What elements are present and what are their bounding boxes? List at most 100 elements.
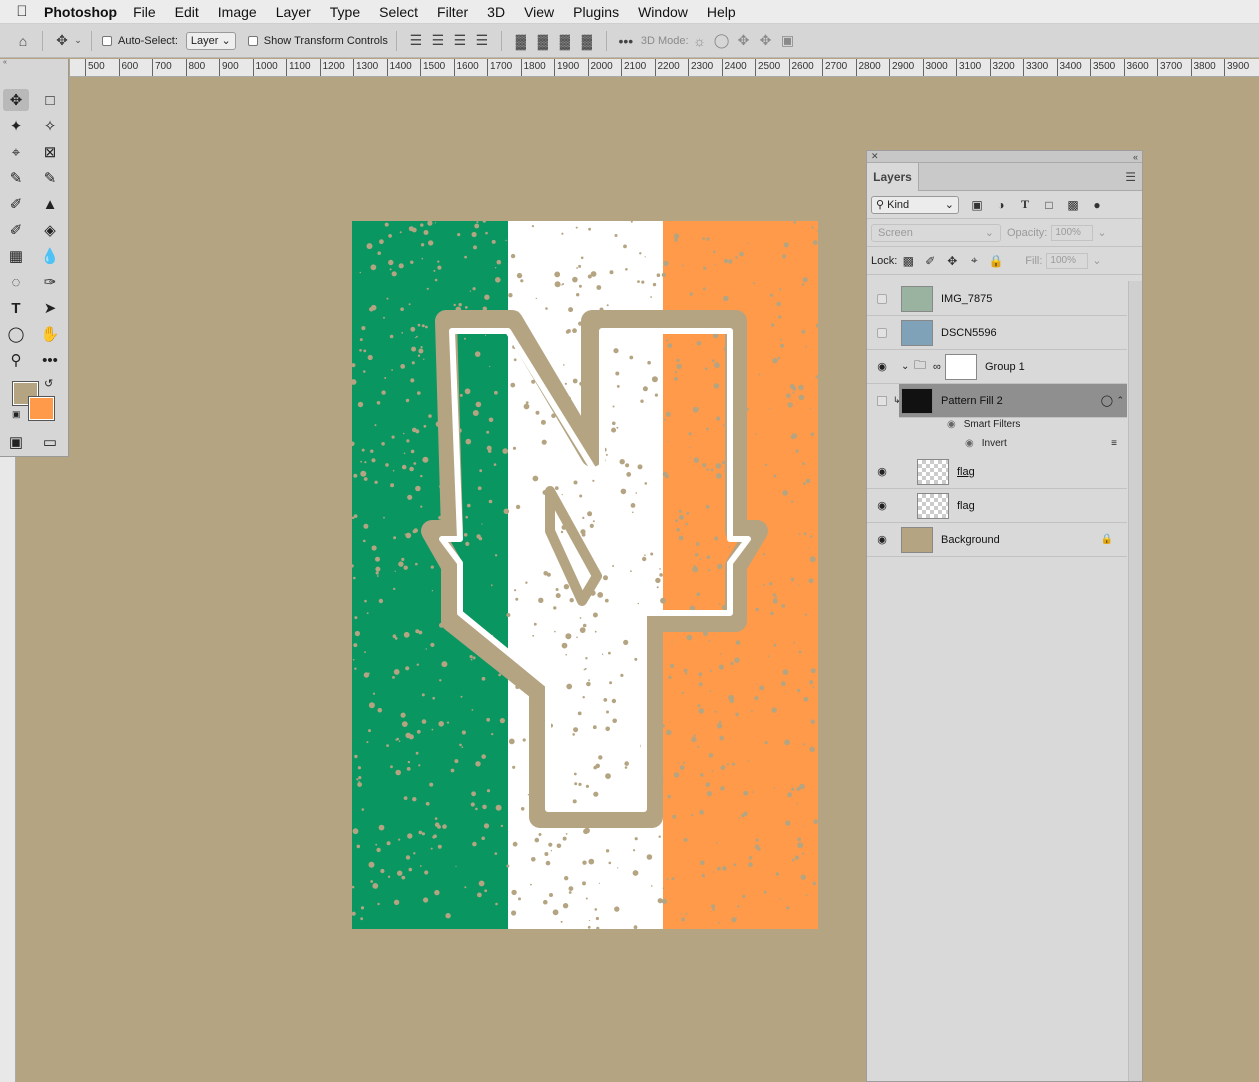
pen-tool-icon[interactable]: ✑ <box>37 271 63 293</box>
more-options-icon[interactable]: ••• <box>615 30 637 52</box>
type-filter-icon[interactable]: T <box>1013 197 1037 212</box>
menu-layer[interactable]: Layer <box>276 4 311 20</box>
lock-position-icon[interactable]: ✥ <box>941 254 963 268</box>
eye-icon[interactable]: ◉ <box>965 438 974 449</box>
background-color-swatch[interactable] <box>28 396 55 421</box>
lock-artboard-icon[interactable]: ⌖ <box>963 253 985 268</box>
shape-filter-icon[interactable]: □ <box>1037 198 1061 212</box>
history-brush-tool-icon[interactable]: ✐ <box>3 219 29 241</box>
layer-row-background[interactable]: ◉ Background 🔒 <box>867 523 1127 557</box>
collapse-icon[interactable]: « <box>1133 152 1138 162</box>
filter-toggle-icon[interactable]: ● <box>1085 198 1109 212</box>
healing-brush-tool-icon[interactable]: ✎ <box>37 167 63 189</box>
gradient-tool-icon[interactable]: ▦ <box>3 245 29 267</box>
default-colors-icon[interactable]: ▣ <box>12 409 21 420</box>
eraser-tool-icon[interactable]: ◈ <box>37 219 63 241</box>
swap-colors-icon[interactable]: ↺ <box>44 377 53 390</box>
lock-all-icon[interactable]: 🔒 <box>985 254 1007 268</box>
smart-filters-row[interactable]: ◉ Smart Filters <box>947 419 1020 430</box>
type-tool-icon[interactable]: T <box>3 297 29 319</box>
brush-tool-icon[interactable]: ✐ <box>3 193 29 215</box>
menu-window[interactable]: Window <box>638 4 688 20</box>
apple-icon[interactable]:  <box>0 3 44 20</box>
zoom-tool-icon[interactable]: ⚲ <box>3 349 29 371</box>
drag-3d-icon[interactable]: ✥ <box>733 30 755 52</box>
move-tool-icon[interactable]: ✥ <box>3 89 29 111</box>
eye-icon[interactable]: ◉ <box>947 419 956 430</box>
tab-layers[interactable]: Layers <box>867 163 919 191</box>
distribute-vertical-icon[interactable]: ▓ <box>576 30 598 52</box>
align-middle-icon[interactable]: ▓ <box>532 30 554 52</box>
magic-wand-tool-icon[interactable]: ✧ <box>37 115 63 137</box>
eye-icon[interactable]: ◉ <box>875 360 889 374</box>
opacity-field[interactable]: 100% <box>1051 224 1094 241</box>
auto-select-checkbox[interactable] <box>102 35 112 46</box>
lock-image-icon[interactable]: ✐ <box>919 254 941 268</box>
menu-filter[interactable]: Filter <box>437 4 468 20</box>
chevron-down-icon[interactable]: ⌄ <box>901 361 909 372</box>
kind-filter-dropdown[interactable]: ⚲ Kind ⌄ <box>871 195 959 214</box>
roll-3d-icon[interactable]: ◯ <box>711 30 733 52</box>
visibility-toggle[interactable] <box>877 327 887 338</box>
menu-edit[interactable]: Edit <box>175 4 199 20</box>
layer-row-group[interactable]: ◉ ⌄ 🗀 ∞ Group 1 <box>867 350 1127 384</box>
invert-filter-row[interactable]: ◉ Invert ≡ <box>965 438 1117 449</box>
scrollbar[interactable] <box>1128 281 1142 1081</box>
filter-options-icon[interactable]: ≡ <box>1111 438 1117 449</box>
marquee-tool-icon[interactable]: □ <box>37 89 63 111</box>
menu-file[interactable]: File <box>133 4 156 20</box>
edit-toolbar-icon[interactable]: ••• <box>37 349 63 371</box>
blur-tool-icon[interactable]: 💧 <box>37 245 63 267</box>
move-tool-icon[interactable]: ✥ <box>51 30 73 52</box>
eye-icon[interactable]: ◉ <box>875 533 889 547</box>
document-canvas[interactable] <box>352 221 818 929</box>
layer-row[interactable]: ◉ flag <box>867 455 1127 489</box>
close-icon[interactable]: ✕ <box>871 151 879 162</box>
crop-tool-icon[interactable]: ⌖ <box>3 141 29 163</box>
clone-stamp-tool-icon[interactable]: ▲ <box>37 193 63 215</box>
menu-view[interactable]: View <box>524 4 554 20</box>
menu-3d[interactable]: 3D <box>487 4 505 20</box>
screen-mode-icon[interactable]: ▭ <box>37 431 63 453</box>
ellipse-tool-icon[interactable]: ◯ <box>3 323 29 345</box>
smart-filter-icon[interactable]: ◯ <box>1101 394 1113 407</box>
align-bottom-icon[interactable]: ▓ <box>554 30 576 52</box>
menu-image[interactable]: Image <box>218 4 257 20</box>
dodge-tool-icon[interactable]: ◌ <box>3 271 29 293</box>
lasso-tool-icon[interactable]: ✦ <box>3 115 29 137</box>
quick-mask-icon[interactable]: ▣ <box>3 431 29 453</box>
adjustment-filter-icon[interactable]: ◑ <box>989 198 1013 212</box>
eyedropper-tool-icon[interactable]: ✎ <box>3 167 29 189</box>
align-right-icon[interactable]: ☰ <box>449 30 471 52</box>
layer-row[interactable]: DSCN5596 <box>867 316 1127 350</box>
eye-icon[interactable]: ◉ <box>875 499 889 513</box>
fill-field[interactable]: 100% <box>1046 252 1089 269</box>
pixel-filter-icon[interactable]: ▣ <box>965 198 989 212</box>
align-top-icon[interactable]: ▓ <box>510 30 532 52</box>
layer-row-selected[interactable]: ↳ Pattern Fill 2 ◯ ⌃ <box>877 384 1127 418</box>
panel-menu-icon[interactable]: ☰ <box>1125 170 1136 184</box>
app-menu[interactable]: Photoshop <box>44 4 117 20</box>
menu-type[interactable]: Type <box>330 4 360 20</box>
smart-object-filter-icon[interactable]: ▩ <box>1061 198 1085 212</box>
chevron-up-icon[interactable]: ⌃ <box>1116 395 1124 406</box>
layer-row[interactable]: ◉ flag <box>867 489 1127 523</box>
align-center-icon[interactable]: ☰ <box>427 30 449 52</box>
lock-transparent-icon[interactable]: ▩ <box>897 254 919 268</box>
blend-mode-dropdown[interactable]: Screen ⌄ <box>871 223 1001 242</box>
camera-3d-icon[interactable]: ▣ <box>777 30 799 52</box>
home-icon[interactable]: ⌂ <box>12 30 34 52</box>
orbit-3d-icon[interactable]: ☼ <box>689 30 711 52</box>
chevron-down-icon[interactable]: ⌄ <box>73 30 83 52</box>
chevron-down-icon[interactable]: ⌄ <box>1092 254 1101 267</box>
align-left-icon[interactable]: ☰ <box>405 30 427 52</box>
path-selection-tool-icon[interactable]: ➤ <box>37 297 63 319</box>
distribute-icon[interactable]: ☰ <box>471 30 493 52</box>
menu-select[interactable]: Select <box>379 4 418 20</box>
frame-tool-icon[interactable]: ⊠ <box>37 141 63 163</box>
visibility-toggle[interactable] <box>877 395 887 406</box>
visibility-toggle[interactable] <box>877 293 887 304</box>
menu-plugins[interactable]: Plugins <box>573 4 619 20</box>
auto-select-dropdown[interactable]: Layer ⌄ <box>185 31 236 50</box>
tools-collapse-icon[interactable]: « <box>0 59 69 67</box>
